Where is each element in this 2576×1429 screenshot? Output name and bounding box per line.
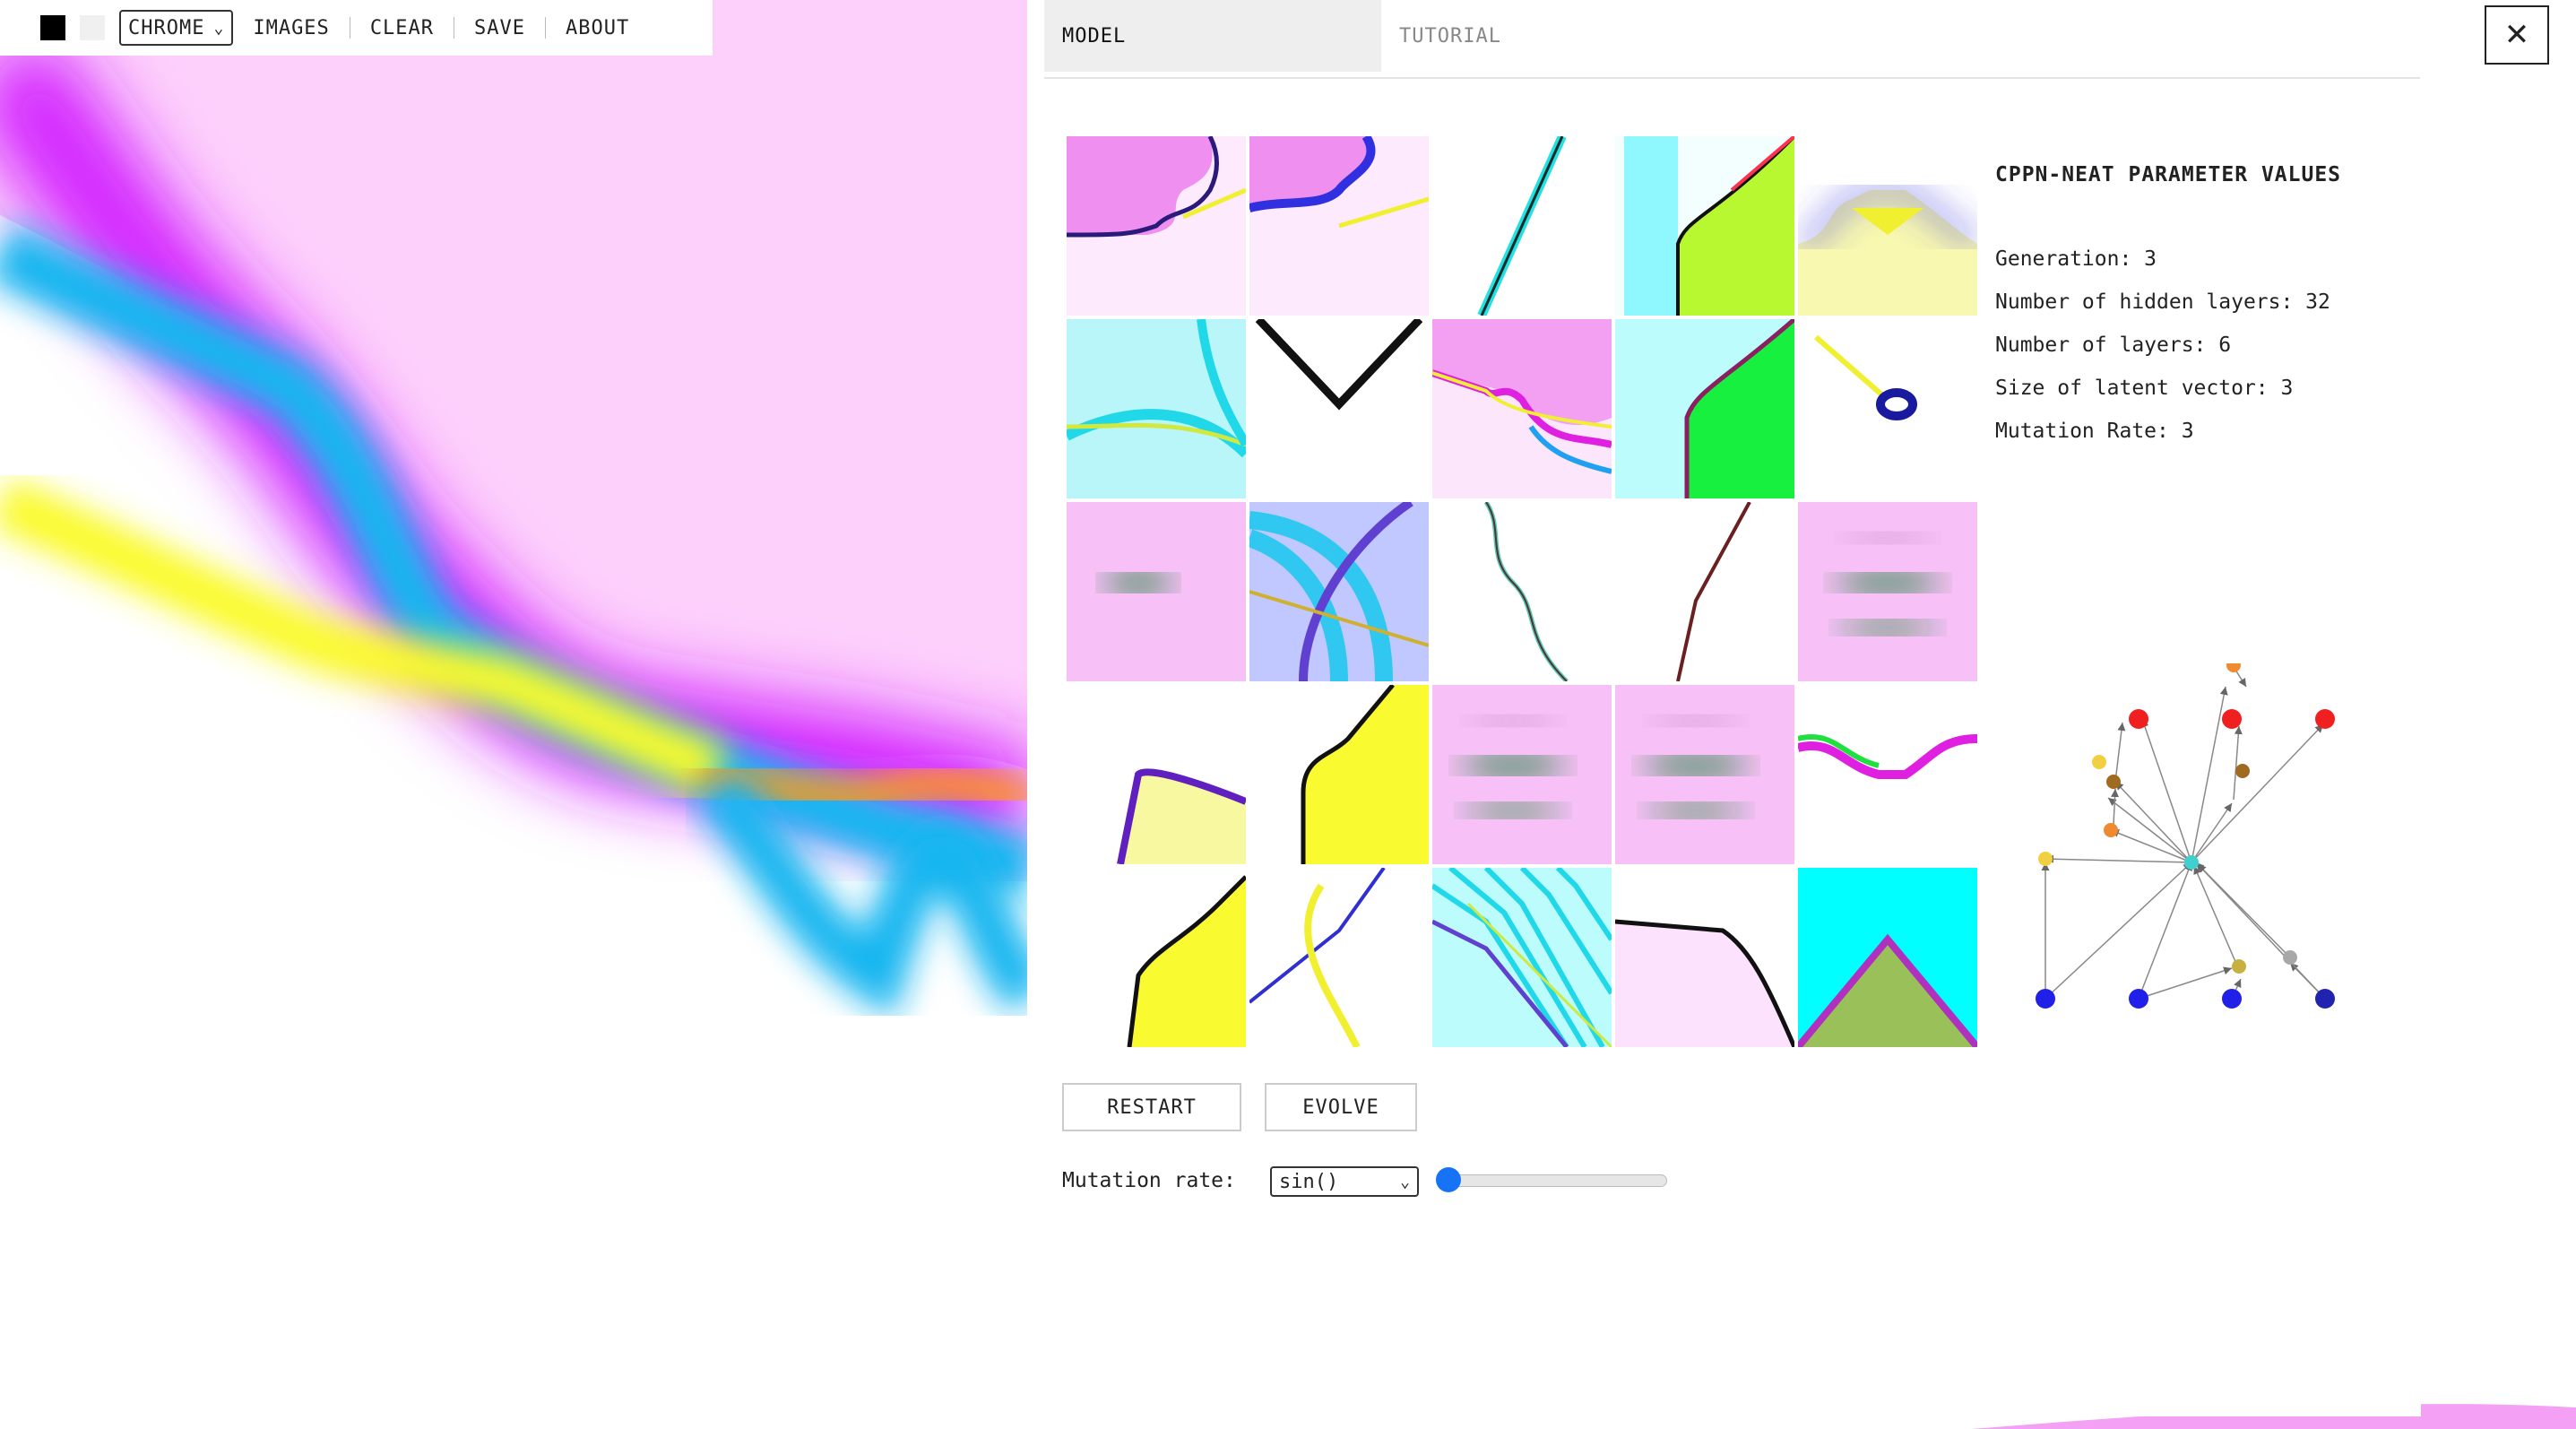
output-node [2315, 709, 2335, 729]
thumbnail[interactable] [1432, 685, 1612, 864]
network-graph [2036, 663, 2335, 1009]
hidden-node [2106, 775, 2121, 789]
activation-function-value: sin() [1279, 1170, 1339, 1193]
input-node [2222, 989, 2242, 1009]
top-toolbar: CHROME ⌄ IMAGES CLEAR SAVE ABOUT [0, 0, 713, 56]
input-node [2129, 989, 2148, 1009]
save-link[interactable]: SAVE [454, 17, 545, 39]
tab-tutorial[interactable]: TUTORIAL [1381, 0, 1718, 72]
thumbnail[interactable] [1798, 868, 1977, 1047]
chevron-down-icon: ⌄ [1400, 1172, 1410, 1191]
thumbnail[interactable] [1615, 685, 1794, 864]
thumbnail[interactable] [1432, 502, 1612, 681]
activation-function-select[interactable]: sin() ⌄ [1270, 1166, 1419, 1197]
thumbnail[interactable] [1432, 136, 1612, 316]
tab-model[interactable]: MODEL [1044, 0, 1381, 72]
thumbnail[interactable] [1798, 685, 1977, 864]
mutation-rate-slider[interactable] [1436, 1165, 1667, 1192]
thumbnail[interactable] [1249, 868, 1429, 1047]
thumbnail[interactable] [1067, 502, 1246, 681]
param-generation: Generation: 3 [1995, 247, 2157, 271]
thumbnail[interactable] [1067, 136, 1246, 316]
hidden-node [2226, 663, 2241, 672]
param-hidden-layers: Number of hidden layers: 32 [1995, 290, 2330, 314]
hidden-node [2235, 764, 2250, 778]
thumbnail[interactable] [1615, 502, 1794, 681]
thumbnail[interactable] [1067, 319, 1246, 498]
parameter-title: CPPN-NEAT PARAMETER VALUES [1995, 163, 2342, 186]
param-latent-size: Size of latent vector: 3 [1995, 377, 2294, 400]
thumbnail[interactable] [1615, 136, 1794, 316]
slider-track [1445, 1174, 1667, 1187]
hidden-node [2283, 950, 2297, 965]
style-select[interactable]: CHROME ⌄ [119, 10, 234, 46]
light-color-swatch[interactable] [80, 15, 105, 40]
output-node [2222, 709, 2242, 729]
thumbnail[interactable] [1432, 319, 1612, 498]
thumbnail[interactable] [1798, 502, 1977, 681]
close-icon: ✕ [2503, 17, 2530, 53]
black-color-swatch[interactable] [40, 15, 65, 40]
thumbnail[interactable] [1249, 502, 1429, 681]
thumbnail[interactable] [1067, 868, 1246, 1047]
output-node [2129, 709, 2148, 729]
thumbnail[interactable] [1249, 685, 1429, 864]
slider-handle[interactable] [1436, 1167, 1461, 1192]
evolve-button[interactable]: EVOLVE [1265, 1083, 1417, 1131]
thumbnail[interactable] [1249, 319, 1429, 498]
chevron-down-icon: ⌄ [213, 18, 225, 38]
thumbnail[interactable] [1798, 136, 1977, 316]
thumbnail[interactable] [1615, 319, 1794, 498]
restart-button[interactable]: RESTART [1062, 1083, 1241, 1131]
thumbnail[interactable] [1432, 868, 1612, 1047]
about-link[interactable]: ABOUT [546, 17, 649, 39]
hidden-node [2184, 855, 2199, 870]
input-node [2036, 989, 2055, 1009]
hidden-node [2038, 852, 2053, 866]
close-button[interactable]: ✕ [2485, 5, 2549, 65]
clear-link[interactable]: CLEAR [350, 17, 454, 39]
thumbnail[interactable] [1249, 136, 1429, 316]
thumbnail[interactable] [1067, 685, 1246, 864]
thumbnail[interactable] [1798, 319, 1977, 498]
hidden-node [2092, 755, 2106, 769]
param-layers: Number of layers: 6 [1995, 333, 2232, 357]
images-link[interactable]: IMAGES [233, 17, 349, 39]
style-select-value: CHROME [128, 16, 205, 39]
hidden-node [2104, 823, 2118, 837]
panel-tabs: MODEL TUTORIAL [1044, 0, 2420, 79]
generation-grid [1067, 136, 1977, 1047]
param-mutation-rate: Mutation Rate: 3 [1995, 420, 2194, 443]
input-node [2315, 989, 2335, 1009]
thumbnail[interactable] [1615, 868, 1794, 1047]
mutation-rate-label: Mutation rate: [1062, 1169, 1236, 1192]
parameter-panel: CPPN-NEAT PARAMETER VALUES Generation: 3… [1995, 163, 2372, 463]
hidden-node [2232, 959, 2246, 974]
